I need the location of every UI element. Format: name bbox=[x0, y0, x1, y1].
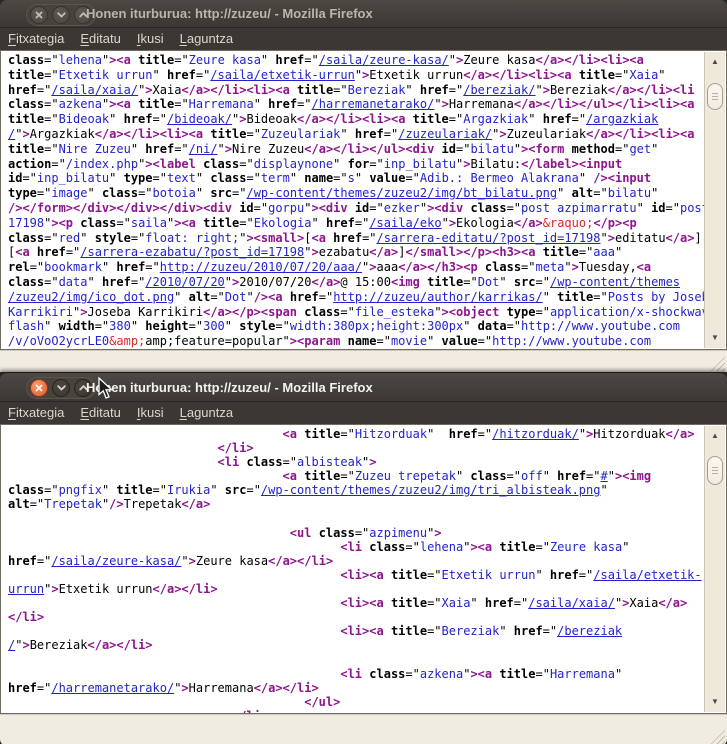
source-code-line: class="red" style="float: right;"><small… bbox=[8, 231, 726, 246]
source-code-line: id="inp_bilatu" type="text" class="term"… bbox=[8, 171, 726, 186]
mouse-cursor bbox=[97, 377, 113, 401]
source-code-line: class="data" href="/2010/07/20">2010/07/… bbox=[8, 275, 726, 290]
source-code-line: alt="Trepetak"/>Trepetak</a> bbox=[8, 497, 726, 511]
window-title: Honen iturburua: http://zuzeu/ - Mozilla… bbox=[86, 0, 373, 27]
menu-ikusi[interactable]: Ikusi bbox=[129, 402, 172, 424]
window-view-source-bottom: Honen iturburua: http://zuzeu/ - Mozilla… bbox=[0, 372, 727, 744]
source-code-line: href="/saila/zeure-kasa/">Zeure kasa</a>… bbox=[8, 554, 726, 568]
source-view: class="lehena"><a title="Zeure kasa" hre… bbox=[0, 50, 727, 350]
source-code-line: <li class="lehena"><a title="Zeure kasa" bbox=[8, 540, 726, 554]
minimize-icon bbox=[57, 385, 66, 391]
source-code-line: <a title="Hitzorduak" href="/hitzorduak/… bbox=[8, 427, 726, 441]
source-code-line: /zuzeu2/img/ico_dot.png" alt="Dot"/><a h… bbox=[8, 290, 726, 305]
menu-laguntza[interactable]: Laguntza bbox=[172, 402, 242, 424]
resize-grip[interactable] bbox=[710, 356, 725, 371]
window-title: Honen iturburua: http://zuzeu/ - Mozilla… bbox=[86, 373, 373, 401]
status-bar bbox=[0, 714, 727, 744]
menu-laguntza[interactable]: Laguntza bbox=[172, 28, 242, 50]
source-code-line: title="Bideoak" href="/bideoak/">Bideoak… bbox=[8, 112, 726, 127]
source-code-line: /">Argazkiak</a></li><li><a title="Zuzeu… bbox=[8, 127, 726, 142]
source-code-line: <li><a title="Xaia" href="/saila/xaia/">… bbox=[8, 596, 726, 610]
source-code-line: title="Nire Zuzeu" href="/ni/">Nire Zuze… bbox=[8, 142, 726, 157]
scrollbar-thumb[interactable] bbox=[707, 83, 723, 110]
source-code: class="lehena"><a title="Zeure kasa" hre… bbox=[1, 51, 726, 349]
scroll-down-icon[interactable]: ▼ bbox=[705, 696, 725, 708]
menubar: FitxategiaEditatuIkusiLaguntza bbox=[0, 28, 727, 50]
menu-editatu[interactable]: Editatu bbox=[72, 28, 128, 50]
close-button[interactable] bbox=[30, 6, 48, 24]
minimize-button[interactable] bbox=[52, 6, 70, 24]
menu-fitxategia[interactable]: Fitxategia bbox=[0, 28, 72, 50]
status-bar bbox=[0, 350, 727, 372]
source-code-line: Karrikiri">Joseba Karrikiri</a></p><span… bbox=[8, 305, 726, 320]
source-code-line: <li><a title="Bereziak" href="/bereziak bbox=[8, 624, 726, 638]
scroll-up-icon[interactable]: ▲ bbox=[705, 56, 725, 68]
menu-ikusi[interactable]: Ikusi bbox=[129, 28, 172, 50]
source-code-line: action="/index.php"><label class="displa… bbox=[8, 157, 726, 172]
menu-fitxategia[interactable]: Fitxategia bbox=[0, 402, 72, 424]
source-code-line: href="/harremanetarako/">Harremana</a></… bbox=[8, 681, 726, 695]
minimize-icon bbox=[57, 12, 66, 18]
source-code-line: <li class="albisteak"> bbox=[8, 455, 726, 469]
window-view-source-top: Honen iturburua: http://zuzeu/ - Mozilla… bbox=[0, 0, 727, 372]
source-code-line: /v/oVoO2ycrLE0&amp;amp;feature=popular">… bbox=[8, 334, 726, 349]
scrollbar-thumb[interactable] bbox=[707, 456, 723, 485]
source-code-line: <li><a title="Etxetik urrun" href="/sail… bbox=[8, 568, 726, 582]
scroll-up-icon[interactable]: ▲ bbox=[705, 430, 725, 442]
source-code-line: rel="bookmark" href="http://zuzeu/2010/0… bbox=[8, 260, 726, 275]
source-code-line: type="image" class="botoia" src="/wp-con… bbox=[8, 186, 726, 201]
source-code-line: <a title="Zuzeu trepetak" class="off" hr… bbox=[8, 469, 726, 483]
close-icon bbox=[35, 384, 43, 392]
menubar: FitxategiaEditatuIkusiLaguntza bbox=[0, 402, 727, 424]
source-code-line: </li> bbox=[8, 441, 726, 455]
menu-editatu[interactable]: Editatu bbox=[72, 402, 128, 424]
close-icon bbox=[35, 11, 43, 19]
source-code-line: /></form></div></div></div><div id="gorp… bbox=[8, 201, 726, 216]
source-code-line: title="Etxetik urrun" href="/saila/etxet… bbox=[8, 68, 726, 83]
source-code-line: /">Bereziak</a></li> bbox=[8, 638, 726, 652]
source-code-line: </li> bbox=[8, 610, 726, 624]
source-code-line: class="azkena"><a title="Harremana" href… bbox=[8, 97, 726, 112]
source-code: <a title="Hitzorduak" href="/hitzorduak/… bbox=[1, 425, 726, 713]
source-code-line: href="/saila/xaia/">Xaia</a></li><li><a … bbox=[8, 83, 726, 98]
source-code-line bbox=[8, 512, 726, 526]
source-code-line: <li class="azkena"><a title="Harremana" bbox=[8, 667, 726, 681]
source-code-line: </ul> bbox=[8, 695, 726, 709]
minimize-button[interactable] bbox=[52, 379, 70, 397]
source-code-line: class="lehena"><a title="Zeure kasa" hre… bbox=[8, 53, 726, 68]
source-code-line: 17198"><p class="saila"><a title="Ekolog… bbox=[8, 216, 726, 231]
source-code-line: class="pngfix" title="Irukia" src="/wp-c… bbox=[8, 483, 726, 497]
vertical-scrollbar[interactable]: ▲ ▼ bbox=[704, 52, 725, 348]
close-button[interactable] bbox=[30, 379, 48, 397]
source-code-line bbox=[8, 653, 726, 667]
vertical-scrollbar[interactable]: ▲ ▼ bbox=[704, 426, 725, 712]
source-code-line: urrun">Etxetik urrun</a></li> bbox=[8, 582, 726, 596]
source-code-line: <ul class="azpimenu"> bbox=[8, 526, 726, 540]
source-code-line: </li> bbox=[8, 709, 726, 713]
resize-grip[interactable] bbox=[710, 729, 725, 744]
source-code-line: [<a href="/sarrera-ezabatu/?post_id=1719… bbox=[8, 245, 726, 260]
source-code-line: flash" width="380" height="300" style="w… bbox=[8, 319, 726, 334]
titlebar[interactable]: Honen iturburua: http://zuzeu/ - Mozilla… bbox=[0, 0, 727, 28]
source-view: <a title="Hitzorduak" href="/hitzorduak/… bbox=[0, 424, 727, 714]
scroll-down-icon[interactable]: ▼ bbox=[705, 332, 725, 344]
